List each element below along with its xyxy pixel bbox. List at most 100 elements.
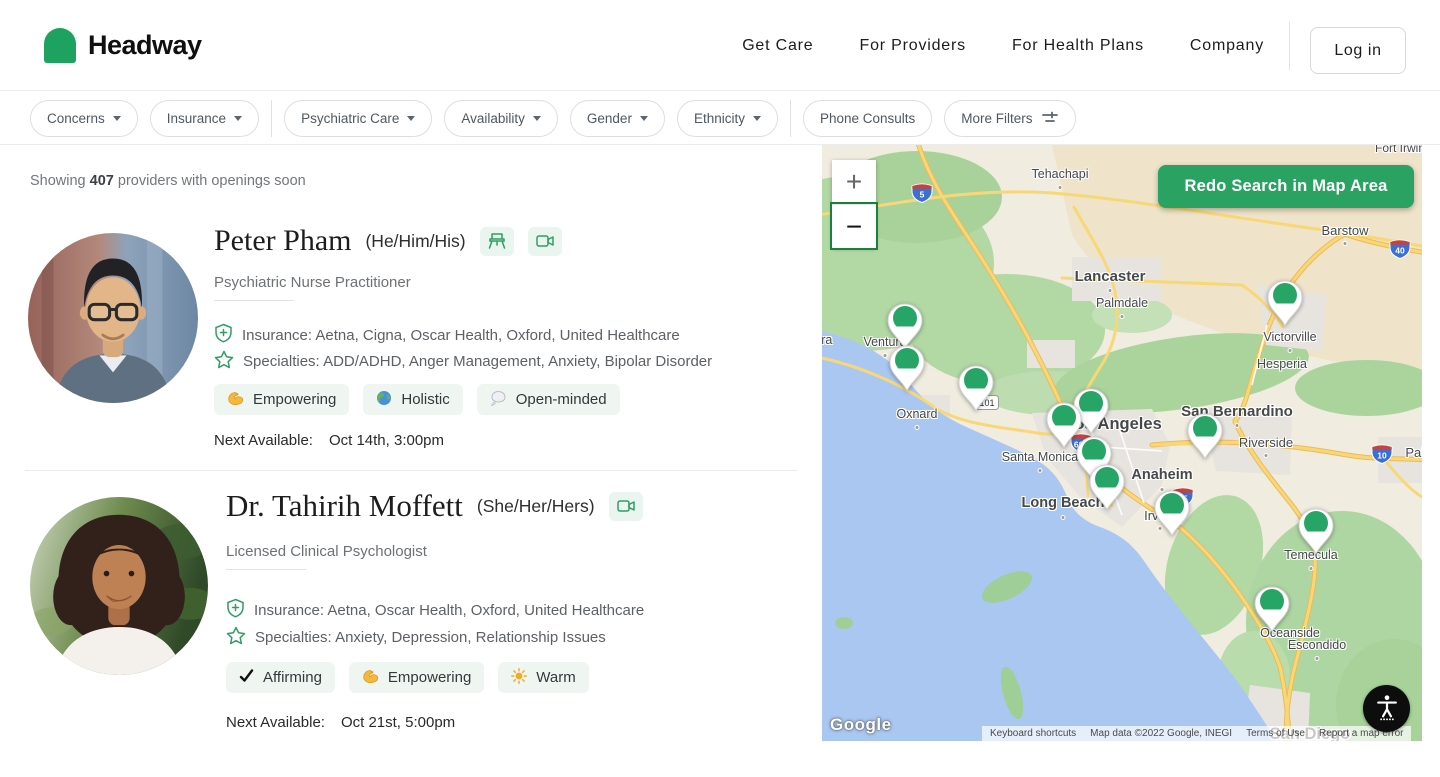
zoom-out-button[interactable]: − xyxy=(832,204,876,248)
zoom-in-button[interactable]: + xyxy=(832,160,876,204)
chevron-down-icon xyxy=(113,116,121,121)
provider-title: Licensed Clinical Psychologist xyxy=(226,543,427,560)
map-city-dot xyxy=(1309,566,1314,571)
map-pin[interactable] xyxy=(888,344,926,392)
filter-availability[interactable]: Availability xyxy=(444,100,558,137)
star-icon xyxy=(226,626,246,649)
map-pin[interactable] xyxy=(957,364,995,412)
map-city-dot xyxy=(1038,468,1043,473)
map-city-label: Santa Barbara xyxy=(822,333,832,347)
video-icon xyxy=(528,227,562,256)
map-pin[interactable] xyxy=(1253,585,1291,633)
trait-badge: Holistic xyxy=(363,384,462,415)
nav-for-providers[interactable]: For Providers xyxy=(860,37,966,55)
map-city-dot xyxy=(883,353,888,358)
map-attribution-item[interactable]: Terms of Use xyxy=(1246,728,1305,739)
map-attribution-item[interactable]: Keyboard shortcuts xyxy=(990,728,1076,739)
google-logo[interactable]: Google xyxy=(830,715,892,735)
map-pin[interactable] xyxy=(1153,489,1191,537)
nav-divider xyxy=(1289,22,1290,70)
trait-badge: Empowering xyxy=(349,662,484,693)
map-pin[interactable] xyxy=(1297,507,1335,555)
map-pin[interactable] xyxy=(1186,412,1224,460)
next-available-value: Oct 21st, 5:00pm xyxy=(341,714,455,731)
map-pin[interactable] xyxy=(886,302,924,350)
map-city-label: Escondido xyxy=(1288,638,1346,652)
specialties-list: ADD/ADHD, Anger Management, Anxiety, Bip… xyxy=(323,353,712,370)
map-attribution-item: Map data ©2022 Google, INEGI xyxy=(1090,728,1232,739)
insurance-label: Insurance: xyxy=(242,327,312,344)
provider-pronouns: (She/Her/Hers) xyxy=(477,496,595,517)
map-city-dot xyxy=(1061,515,1066,520)
interstate-shield: 40 xyxy=(1389,238,1411,264)
results-summary: Showing 407 providers with openings soon xyxy=(30,173,306,189)
svg-text:40: 40 xyxy=(1395,246,1405,256)
provider-name[interactable]: Dr. Tahirih Moffett xyxy=(226,488,463,524)
provider-results-list: Showing 407 providers with openings soon xyxy=(0,146,822,777)
map-zoom-control: + − xyxy=(832,160,876,248)
map-city-dot xyxy=(1120,314,1125,319)
filter-ethnicity[interactable]: Ethnicity xyxy=(677,100,778,137)
trait-badge: Affirming xyxy=(226,662,335,693)
provider-photo[interactable] xyxy=(30,497,208,675)
muscle-icon xyxy=(362,668,379,688)
map-city-label: Riverside xyxy=(1239,435,1293,450)
map-pin[interactable] xyxy=(1266,279,1304,327)
map-city-label: Barstow xyxy=(1322,223,1369,238)
thought-balloon-icon xyxy=(490,390,507,410)
chevron-down-icon xyxy=(533,116,541,121)
filter-bar: Concerns Insurance Psychiatric Care Avai… xyxy=(0,92,1440,145)
map-city-dot xyxy=(1108,288,1113,293)
svg-text:10: 10 xyxy=(1377,451,1387,461)
provider-title: Psychiatric Nurse Practitioner xyxy=(214,274,411,291)
interstate-shield: 5 xyxy=(911,182,933,208)
nav-for-health-plans[interactable]: For Health Plans xyxy=(1012,37,1144,55)
chevron-down-icon xyxy=(234,116,242,121)
headway-logo-text: Headway xyxy=(88,30,202,61)
provider-name[interactable]: Peter Pham xyxy=(214,224,351,258)
card-separator xyxy=(25,470,797,471)
map-city-dot xyxy=(915,425,920,430)
filter-insurance[interactable]: Insurance xyxy=(150,100,259,137)
chevron-down-icon xyxy=(640,116,648,121)
svg-text:5: 5 xyxy=(920,190,925,200)
map-city-label: Fort Irwin xyxy=(1375,145,1422,155)
map-city-label: Tehachapi xyxy=(1032,167,1089,181)
headway-logo[interactable]: Headway xyxy=(44,28,202,63)
filter-concerns[interactable]: Concerns xyxy=(30,100,138,137)
card-divider xyxy=(226,569,306,570)
map-city-label: Palm Springs xyxy=(1405,445,1422,460)
next-available-label: Next Available: xyxy=(226,714,325,731)
filter-gender[interactable]: Gender xyxy=(570,100,665,137)
filter-lines-icon xyxy=(1041,111,1059,125)
headway-search-page: Headway Get Care For Providers For Healt… xyxy=(0,0,1440,777)
map-pin[interactable] xyxy=(1088,463,1126,511)
redo-search-button[interactable]: Redo Search in Map Area xyxy=(1158,165,1414,208)
check-icon xyxy=(239,669,254,687)
filter-divider xyxy=(790,100,791,137)
shield-plus-icon xyxy=(226,598,245,622)
chair-icon xyxy=(480,227,514,256)
accessibility-button[interactable] xyxy=(1363,685,1410,732)
specialties-label: Specialties: xyxy=(255,629,332,646)
login-button[interactable]: Log in xyxy=(1310,27,1406,74)
filter-psychiatric-care[interactable]: Psychiatric Care xyxy=(284,100,432,137)
next-available-label: Next Available: xyxy=(214,432,313,449)
filter-more-filters[interactable]: More Filters xyxy=(944,100,1075,137)
map-city-label: Lancaster xyxy=(1075,268,1146,285)
map-city-dot xyxy=(1235,423,1240,428)
map-attribution: Keyboard shortcuts Map data ©2022 Google,… xyxy=(982,726,1411,741)
star-icon xyxy=(214,350,234,373)
muscle-icon xyxy=(227,390,244,410)
sun-icon xyxy=(511,668,527,688)
nav-company[interactable]: Company xyxy=(1190,37,1264,55)
nav-get-care[interactable]: Get Care xyxy=(742,37,813,55)
provider-pronouns: (He/Him/His) xyxy=(365,231,465,252)
map-panel[interactable]: Fort IrwinTehachapiBarstowLancasterPalmd… xyxy=(822,145,1422,741)
specialties-label: Specialties: xyxy=(243,353,320,370)
map-city-dot xyxy=(1264,453,1269,458)
filter-phone-consults[interactable]: Phone Consults xyxy=(803,100,932,137)
provider-photo[interactable] xyxy=(28,233,198,403)
map-city-label: Anaheim xyxy=(1131,467,1192,483)
headway-logo-icon xyxy=(44,28,76,63)
